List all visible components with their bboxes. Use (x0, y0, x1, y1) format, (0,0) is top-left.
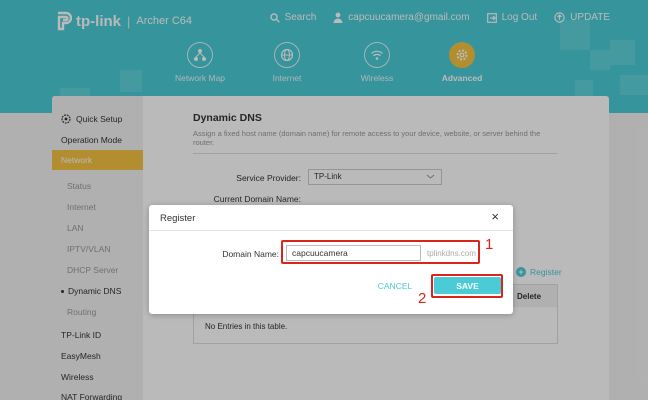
modal-overlay (0, 0, 648, 400)
cancel-button[interactable]: CANCEL (364, 278, 426, 294)
annotation-step-1: 1 (485, 236, 494, 253)
annotation-step-2: 2 (418, 290, 427, 307)
domain-name-label: Domain Name: (222, 249, 279, 259)
dialog-divider (149, 230, 513, 231)
annotation-highlight-save (431, 274, 503, 298)
close-icon[interactable]: × (491, 210, 499, 223)
dialog-title: Register (160, 213, 196, 224)
annotation-highlight-input (281, 240, 480, 264)
